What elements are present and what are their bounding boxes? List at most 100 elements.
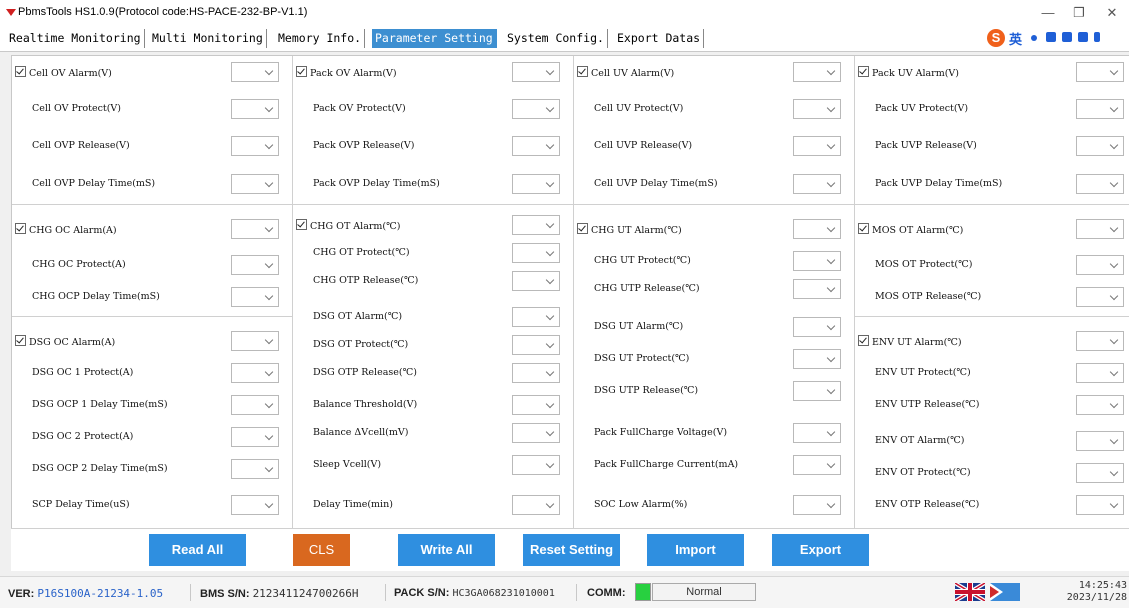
param-label[interactable]: CHG UT Alarm(℃) [577, 223, 682, 236]
param-checkbox[interactable] [296, 219, 307, 230]
param-value-dropdown[interactable] [512, 495, 560, 515]
param-value-dropdown[interactable] [512, 174, 560, 194]
param-value-dropdown[interactable] [231, 136, 279, 156]
param-label[interactable]: ENV UT Alarm(℃) [858, 335, 962, 348]
tab-realtime-monitoring[interactable]: Realtime Monitoring [6, 29, 145, 48]
ime-punctuation-icon[interactable] [1031, 35, 1037, 41]
param-value-dropdown[interactable] [231, 99, 279, 119]
param-value-dropdown[interactable] [512, 363, 560, 383]
param-label[interactable]: Cell UV Alarm(V) [577, 66, 674, 79]
tab-multi-monitoring[interactable]: Multi Monitoring [149, 29, 267, 48]
ime-toolbox-icon[interactable] [1094, 32, 1100, 42]
param-label[interactable]: Pack UV Alarm(V) [858, 66, 959, 79]
param-value-dropdown[interactable] [1076, 255, 1124, 275]
param-value-dropdown[interactable] [231, 363, 279, 383]
param-value-dropdown[interactable] [512, 271, 560, 291]
param-value-dropdown[interactable] [1076, 363, 1124, 383]
param-value-dropdown[interactable] [793, 317, 841, 337]
tab-memory-info[interactable]: Memory Info. [275, 29, 366, 48]
param-value-dropdown[interactable] [1076, 463, 1124, 483]
write-all-button[interactable]: Write All [398, 534, 495, 566]
param-value-dropdown[interactable] [1076, 395, 1124, 415]
param-value-dropdown[interactable] [231, 174, 279, 194]
import-button[interactable]: Import [647, 534, 744, 566]
language-flag-icon[interactable] [990, 583, 1020, 601]
param-row-cell-uv-alarm-v: Cell UV Alarm(V) [574, 62, 854, 84]
param-value-dropdown[interactable] [793, 423, 841, 443]
tab-parameter-setting[interactable]: Parameter Setting [372, 29, 497, 48]
param-value-dropdown[interactable] [231, 255, 279, 275]
param-value-dropdown[interactable] [231, 219, 279, 239]
param-value-dropdown[interactable] [1076, 219, 1124, 239]
param-value-dropdown[interactable] [512, 243, 560, 263]
param-label-text: Pack FullCharge Current(mA) [594, 459, 739, 470]
param-value-dropdown[interactable] [1076, 431, 1124, 451]
tab-system-config[interactable]: System Config. [504, 29, 608, 48]
param-label[interactable]: MOS OT Alarm(℃) [858, 223, 963, 236]
param-value-dropdown[interactable] [793, 495, 841, 515]
param-value-dropdown[interactable] [1076, 287, 1124, 307]
chevron-down-icon [264, 140, 274, 150]
param-value-dropdown[interactable] [512, 455, 560, 475]
param-value-dropdown[interactable] [512, 215, 560, 235]
param-value-dropdown[interactable] [512, 99, 560, 119]
restore-icon[interactable]: ❐ [1064, 3, 1094, 23]
param-value-dropdown[interactable] [231, 459, 279, 479]
param-value-dropdown[interactable] [512, 136, 560, 156]
param-value-dropdown[interactable] [231, 287, 279, 307]
param-checkbox[interactable] [577, 223, 588, 234]
param-value-dropdown[interactable] [512, 335, 560, 355]
param-label[interactable]: Cell OV Alarm(V) [15, 66, 112, 79]
english-flag-icon[interactable] [955, 583, 985, 601]
reset-setting-button[interactable]: Reset Setting [523, 534, 620, 566]
tab-export-datas[interactable]: Export Datas [614, 29, 705, 48]
param-value-dropdown[interactable] [1076, 62, 1124, 82]
param-label[interactable]: DSG OC Alarm(A) [15, 335, 115, 348]
ime-skin-icon[interactable] [1078, 32, 1088, 42]
param-value-dropdown[interactable] [1076, 331, 1124, 351]
param-value-dropdown[interactable] [1076, 99, 1124, 119]
param-value-dropdown[interactable] [231, 495, 279, 515]
param-label[interactable]: Pack OV Alarm(V) [296, 66, 397, 79]
param-checkbox[interactable] [15, 223, 26, 234]
param-label[interactable]: CHG OT Alarm(℃) [296, 219, 400, 232]
ime-microphone-icon[interactable] [1046, 32, 1056, 42]
param-checkbox[interactable] [858, 335, 869, 346]
param-checkbox[interactable] [858, 223, 869, 234]
param-value-dropdown[interactable] [793, 219, 841, 239]
param-value-dropdown[interactable] [1076, 495, 1124, 515]
param-value-dropdown[interactable] [512, 62, 560, 82]
minimize-icon[interactable]: — [1033, 3, 1063, 23]
param-value-dropdown[interactable] [793, 62, 841, 82]
param-value-dropdown[interactable] [1076, 174, 1124, 194]
cls-button[interactable]: CLS [293, 534, 350, 566]
param-value-dropdown[interactable] [231, 427, 279, 447]
param-value-dropdown[interactable] [793, 279, 841, 299]
close-icon[interactable]: ✕ [1097, 3, 1127, 23]
param-value-dropdown[interactable] [512, 395, 560, 415]
param-value-dropdown[interactable] [231, 62, 279, 82]
param-label[interactable]: CHG OC Alarm(A) [15, 223, 117, 236]
param-value-dropdown[interactable] [231, 395, 279, 415]
param-value-dropdown[interactable] [793, 381, 841, 401]
param-value-dropdown[interactable] [512, 423, 560, 443]
param-value-dropdown[interactable] [512, 307, 560, 327]
param-value-dropdown[interactable] [793, 136, 841, 156]
param-value-dropdown[interactable] [1076, 136, 1124, 156]
param-value-dropdown[interactable] [231, 331, 279, 351]
param-value-dropdown[interactable] [793, 99, 841, 119]
export-button[interactable]: Export [772, 534, 869, 566]
param-value-dropdown[interactable] [793, 251, 841, 271]
ime-sogou-icon[interactable]: S [987, 29, 1005, 47]
param-checkbox[interactable] [15, 335, 26, 346]
param-value-dropdown[interactable] [793, 349, 841, 369]
ime-keyboard-icon[interactable] [1062, 32, 1072, 42]
param-checkbox[interactable] [15, 66, 26, 77]
read-all-button[interactable]: Read All [149, 534, 246, 566]
param-checkbox[interactable] [296, 66, 307, 77]
param-checkbox[interactable] [577, 66, 588, 77]
param-checkbox[interactable] [858, 66, 869, 77]
param-value-dropdown[interactable] [793, 174, 841, 194]
param-value-dropdown[interactable] [793, 455, 841, 475]
ime-language-indicator[interactable]: 英 [1009, 29, 1022, 48]
